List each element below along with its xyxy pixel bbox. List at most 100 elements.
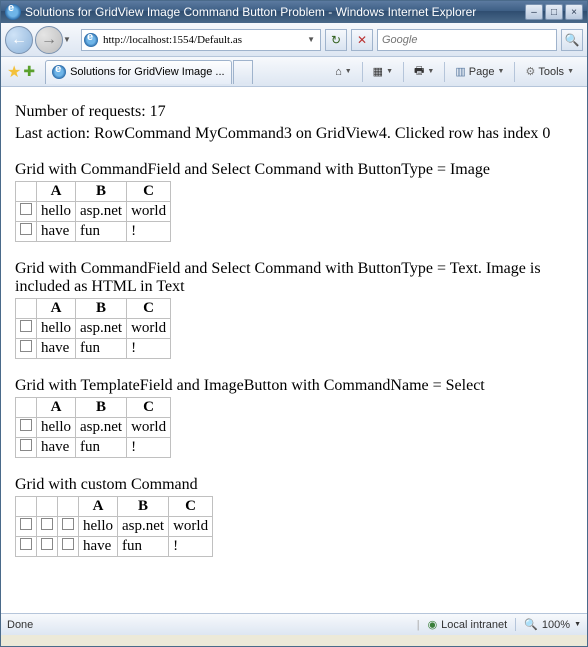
table-row: havefun! (16, 339, 171, 359)
data-cell: fun (118, 537, 169, 557)
command-cell (16, 319, 37, 339)
grid-title: Grid with custom Command (15, 476, 573, 494)
print-button[interactable]: 🖶▼ (409, 59, 439, 84)
requests-count: Number of requests: 17 (15, 103, 573, 121)
last-action-text: Last action: RowCommand MyCommand3 on Gr… (15, 125, 573, 143)
data-cell: hello (79, 517, 118, 537)
maximize-button[interactable]: □ (545, 4, 563, 20)
command-cell (58, 517, 79, 537)
command-image-button[interactable] (20, 203, 32, 215)
column-header: A (37, 182, 76, 202)
column-header: C (127, 398, 171, 418)
data-cell: ! (127, 438, 171, 458)
feeds-icon: ▦ (373, 65, 383, 78)
window-title: Solutions for GridView Image Command But… (25, 5, 523, 19)
close-button[interactable]: × (565, 4, 583, 20)
command-header (16, 299, 37, 319)
home-button[interactable]: ⌂▼ (330, 63, 357, 81)
search-input[interactable] (380, 33, 554, 47)
tab-favicon-icon (52, 65, 66, 79)
gridview: ABChelloasp.networldhavefun! (15, 496, 213, 557)
new-tab-button[interactable] (233, 60, 253, 84)
stop-button[interactable]: ✕ (351, 29, 373, 51)
search-bar (377, 29, 557, 51)
data-cell: have (79, 537, 118, 557)
url-dropdown[interactable]: ▼ (304, 35, 318, 44)
page-menu[interactable]: ▥ Page▼ (450, 62, 509, 81)
data-cell: world (169, 517, 213, 537)
table-row: helloasp.networld (16, 202, 171, 222)
security-zone[interactable]: ◉ Local intranet (428, 618, 508, 631)
zoom-control[interactable]: 🔍 100% ▼ (515, 618, 581, 631)
column-header: C (127, 182, 171, 202)
command-image-button[interactable] (20, 439, 32, 451)
command-image-button[interactable] (20, 223, 32, 235)
data-cell: world (127, 202, 171, 222)
gear-icon: ⚙ (525, 65, 535, 78)
column-header: A (37, 398, 76, 418)
add-favorites-icon[interactable]: ✚ (23, 63, 35, 80)
column-header: A (79, 497, 118, 517)
data-cell: fun (76, 438, 127, 458)
print-icon: 🖶 (414, 62, 424, 81)
column-header: B (76, 398, 127, 418)
command-cell (16, 202, 37, 222)
data-cell: asp.net (76, 202, 127, 222)
command-header (37, 497, 58, 517)
command-image-button[interactable] (62, 538, 74, 550)
data-cell: have (37, 339, 76, 359)
page-content: Number of requests: 17 Last action: RowC… (1, 87, 587, 613)
command-image-button[interactable] (41, 538, 53, 550)
status-separator: | (417, 619, 420, 631)
command-cell (58, 537, 79, 557)
url-input[interactable] (101, 31, 304, 49)
tab-active[interactable]: Solutions for GridView Image ... (45, 60, 231, 84)
table-row: havefun! (16, 438, 171, 458)
command-cell (37, 517, 58, 537)
status-bar: Done | ◉ Local intranet 🔍 100% ▼ (1, 613, 587, 635)
command-image-button[interactable] (20, 538, 32, 550)
status-text: Done (7, 619, 417, 631)
back-button[interactable]: ← (5, 26, 33, 54)
table-row: helloasp.networld (16, 418, 171, 438)
data-cell: ! (127, 339, 171, 359)
command-image-button[interactable] (20, 419, 32, 431)
table-row: havefun! (16, 222, 171, 242)
search-button[interactable]: 🔍 (561, 29, 583, 51)
feeds-button[interactable]: ▦▼ (368, 62, 398, 81)
column-header: C (127, 299, 171, 319)
gridview: ABChelloasp.networldhavefun! (15, 181, 171, 242)
navigation-bar: ← → ▼ ▼ ↻ ✕ 🔍 (1, 23, 587, 57)
command-cell (16, 339, 37, 359)
favorites-star-icon[interactable]: ★ (7, 62, 21, 82)
history-dropdown[interactable]: ▼ (63, 35, 75, 44)
tools-menu[interactable]: ⚙ Tools▼ (520, 62, 579, 81)
command-image-button[interactable] (20, 340, 32, 352)
command-image-button[interactable] (20, 518, 32, 530)
refresh-button[interactable]: ↻ (325, 29, 347, 51)
zone-icon: ◉ (428, 618, 438, 631)
data-cell: fun (76, 339, 127, 359)
gridview: ABChelloasp.networldhavefun! (15, 298, 171, 359)
command-cell (16, 537, 37, 557)
data-cell: fun (76, 222, 127, 242)
minimize-button[interactable]: – (525, 4, 543, 20)
grid-title: Grid with CommandField and Select Comman… (15, 260, 573, 296)
command-image-button[interactable] (62, 518, 74, 530)
home-icon: ⌂ (335, 66, 342, 78)
data-cell: world (127, 319, 171, 339)
column-header: C (169, 497, 213, 517)
command-header (58, 497, 79, 517)
table-row: helloasp.networld (16, 517, 213, 537)
favorites-bar: ★ ✚ Solutions for GridView Image ... ⌂▼ … (1, 57, 587, 87)
forward-button[interactable]: → (35, 26, 63, 54)
command-header (16, 182, 37, 202)
column-header: B (76, 182, 127, 202)
command-image-button[interactable] (20, 320, 32, 332)
command-cell (16, 438, 37, 458)
command-image-button[interactable] (41, 518, 53, 530)
data-cell: asp.net (76, 319, 127, 339)
grid-title: Grid with CommandField and Select Comman… (15, 161, 573, 179)
data-cell: hello (37, 319, 76, 339)
table-row: helloasp.networld (16, 319, 171, 339)
